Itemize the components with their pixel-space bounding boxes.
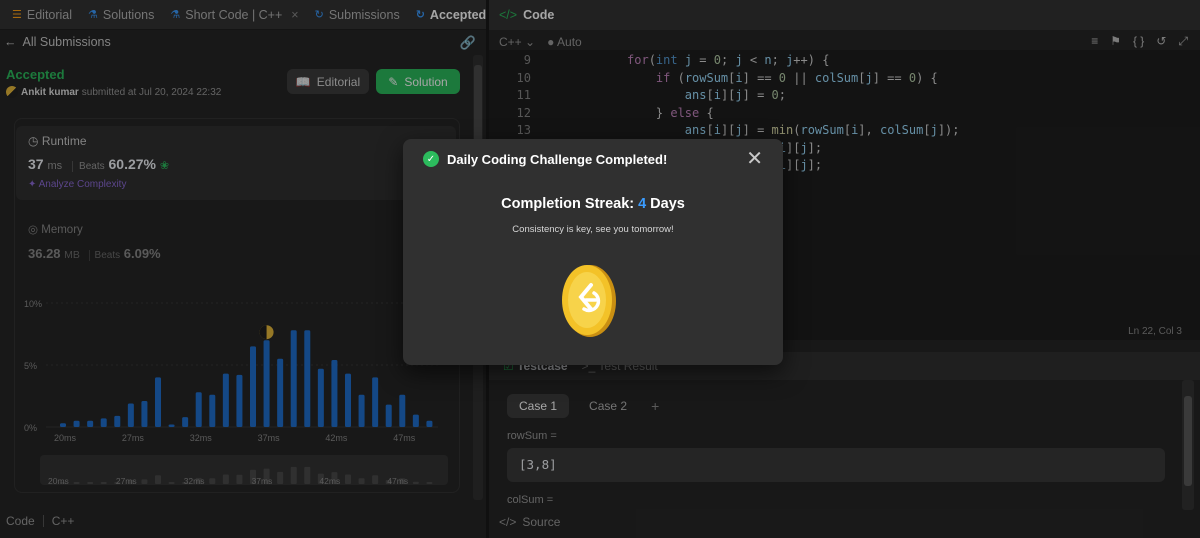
check-circle-icon: ✓ xyxy=(423,151,439,167)
close-icon[interactable]: ✕ xyxy=(746,149,763,169)
streak-prefix: Completion Streak: xyxy=(501,196,635,212)
completion-streak: Completion Streak: 4 Days xyxy=(403,196,783,212)
streak-count: 4 xyxy=(638,196,647,212)
modal-title: Daily Coding Challenge Completed! xyxy=(447,151,668,167)
daily-challenge-modal: ✓ Daily Coding Challenge Completed! ✕ Co… xyxy=(403,139,783,365)
modal-message: Consistency is key, see you tomorrow! xyxy=(512,224,674,235)
leetcode-coin-icon xyxy=(562,265,616,337)
modal-title-row: ✓ Daily Coding Challenge Completed! xyxy=(423,151,667,167)
streak-suffix: Days xyxy=(650,196,685,212)
